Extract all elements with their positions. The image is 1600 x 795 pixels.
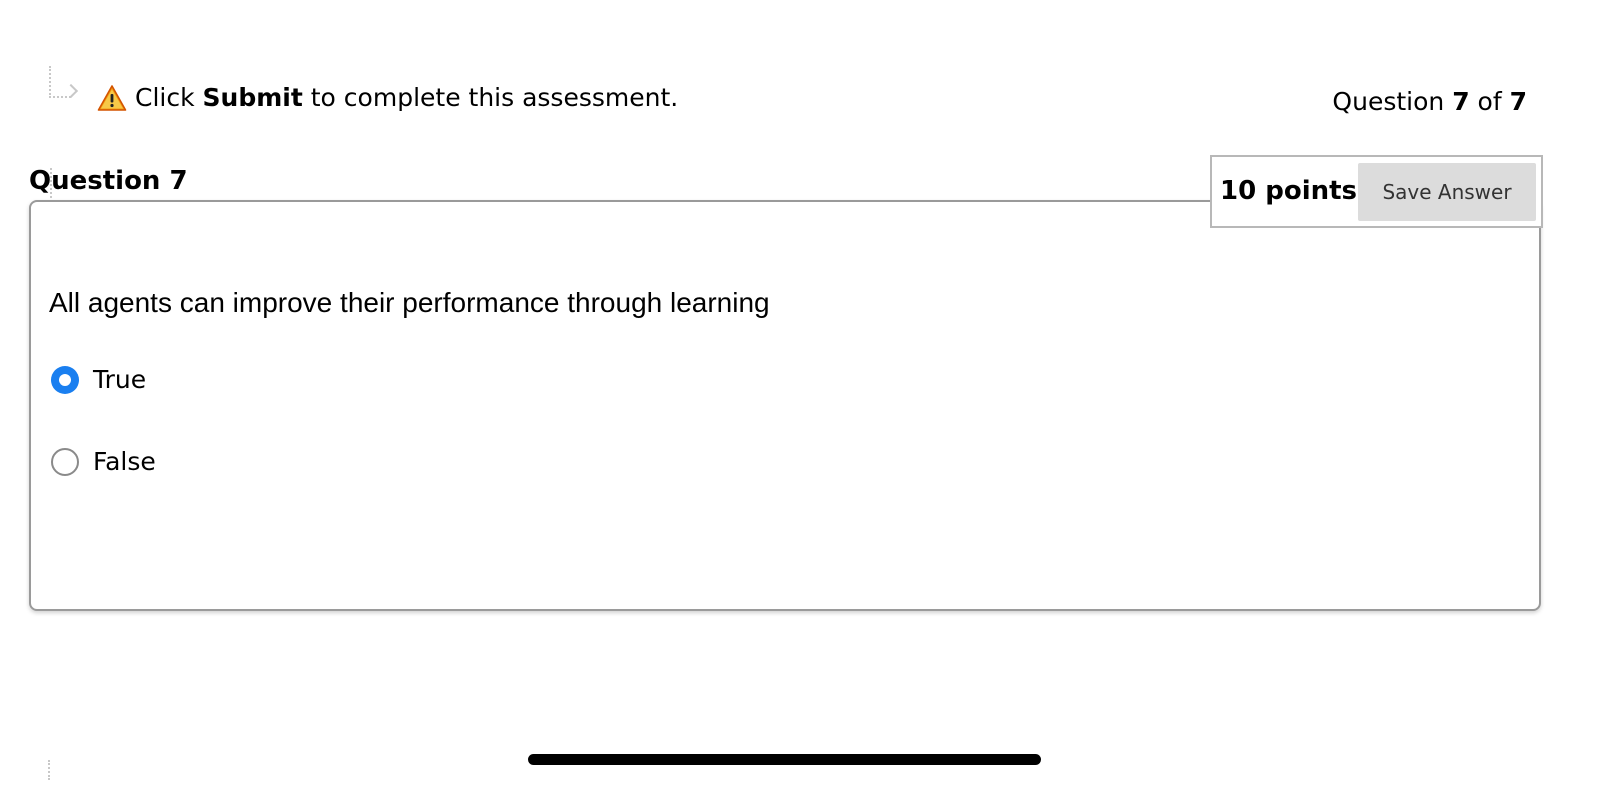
instruction-suffix: to complete this assessment. xyxy=(302,83,679,112)
save-answer-button[interactable]: Save Answer xyxy=(1358,163,1536,221)
question-text: All agents can improve their performance… xyxy=(49,287,770,318)
instruction-prefix: Click xyxy=(135,83,203,112)
tree-connector-mark xyxy=(50,168,54,198)
answer-option-false[interactable]: False xyxy=(51,445,156,479)
answer-label-true: True xyxy=(93,365,147,394)
points-label: 10 points xyxy=(1220,176,1358,206)
warning-icon xyxy=(97,85,127,111)
question-progress: Question 7 of 7 xyxy=(1332,84,1527,120)
submit-instruction: Click Submit to complete this assessment… xyxy=(135,80,678,116)
progress-prefix: Question xyxy=(1332,87,1453,116)
answer-label-false: False xyxy=(93,447,156,476)
progress-total: 7 xyxy=(1509,87,1527,116)
assessment-page: Click Submit to complete this assessment… xyxy=(0,0,1600,795)
instruction-submit-emphasis: Submit xyxy=(202,83,303,112)
answer-option-true[interactable]: True xyxy=(51,363,146,397)
progress-current: 7 xyxy=(1452,87,1470,116)
tree-connector-bottom xyxy=(48,760,52,780)
radio-false[interactable] xyxy=(51,448,79,476)
question-card xyxy=(29,200,1541,611)
radio-true-selected[interactable] xyxy=(51,366,79,394)
home-indicator[interactable] xyxy=(528,754,1041,765)
points-box: 10 points Save Answer xyxy=(1210,155,1543,228)
progress-middle: of xyxy=(1469,87,1510,116)
